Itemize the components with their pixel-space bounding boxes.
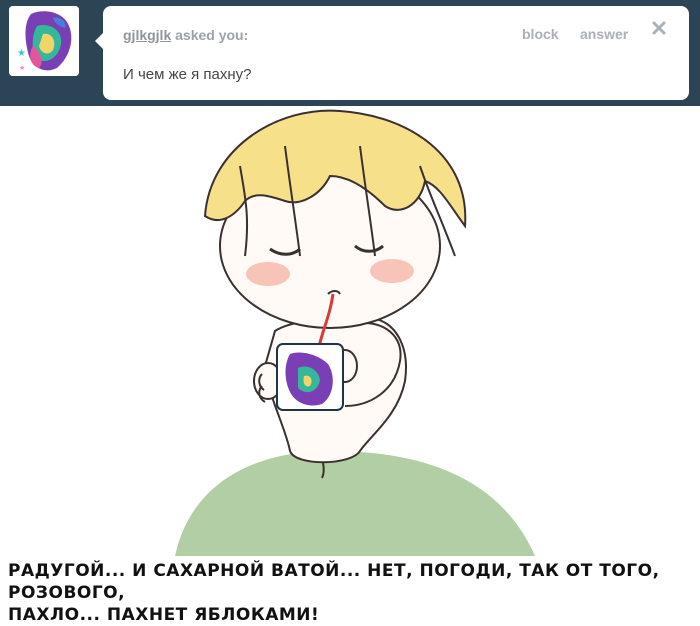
block-button[interactable]: block <box>522 26 559 42</box>
chibi-illustration <box>175 109 535 556</box>
ask-bubble: gjlkgjlk asked you: И чем же я пахну? bl… <box>103 6 689 100</box>
close-icon[interactable] <box>650 19 668 37</box>
svg-text:★: ★ <box>17 48 26 59</box>
question-text: И чем же я пахну? <box>123 66 252 83</box>
ask-header: ★ ★ gjlkgjlk asked you: И чем же я пахну… <box>0 0 700 106</box>
green-skirt <box>175 451 535 556</box>
answer-button[interactable]: answer <box>580 26 628 42</box>
caption-text: РАДУГОЙ... И САХАРНОЙ ВАТОЙ... НЕТ, ПОГО… <box>8 561 660 625</box>
left-blush <box>246 262 290 286</box>
asker-name-link[interactable]: gjlkgjlk <box>123 27 171 43</box>
avatar-art: ★ ★ <box>9 6 79 76</box>
asked-suffix: asked you: <box>175 27 249 43</box>
svg-text:★: ★ <box>19 64 25 72</box>
right-blush <box>370 259 414 283</box>
asker-avatar[interactable]: ★ ★ <box>9 6 79 76</box>
asker-line: gjlkgjlk asked you: <box>123 27 248 43</box>
